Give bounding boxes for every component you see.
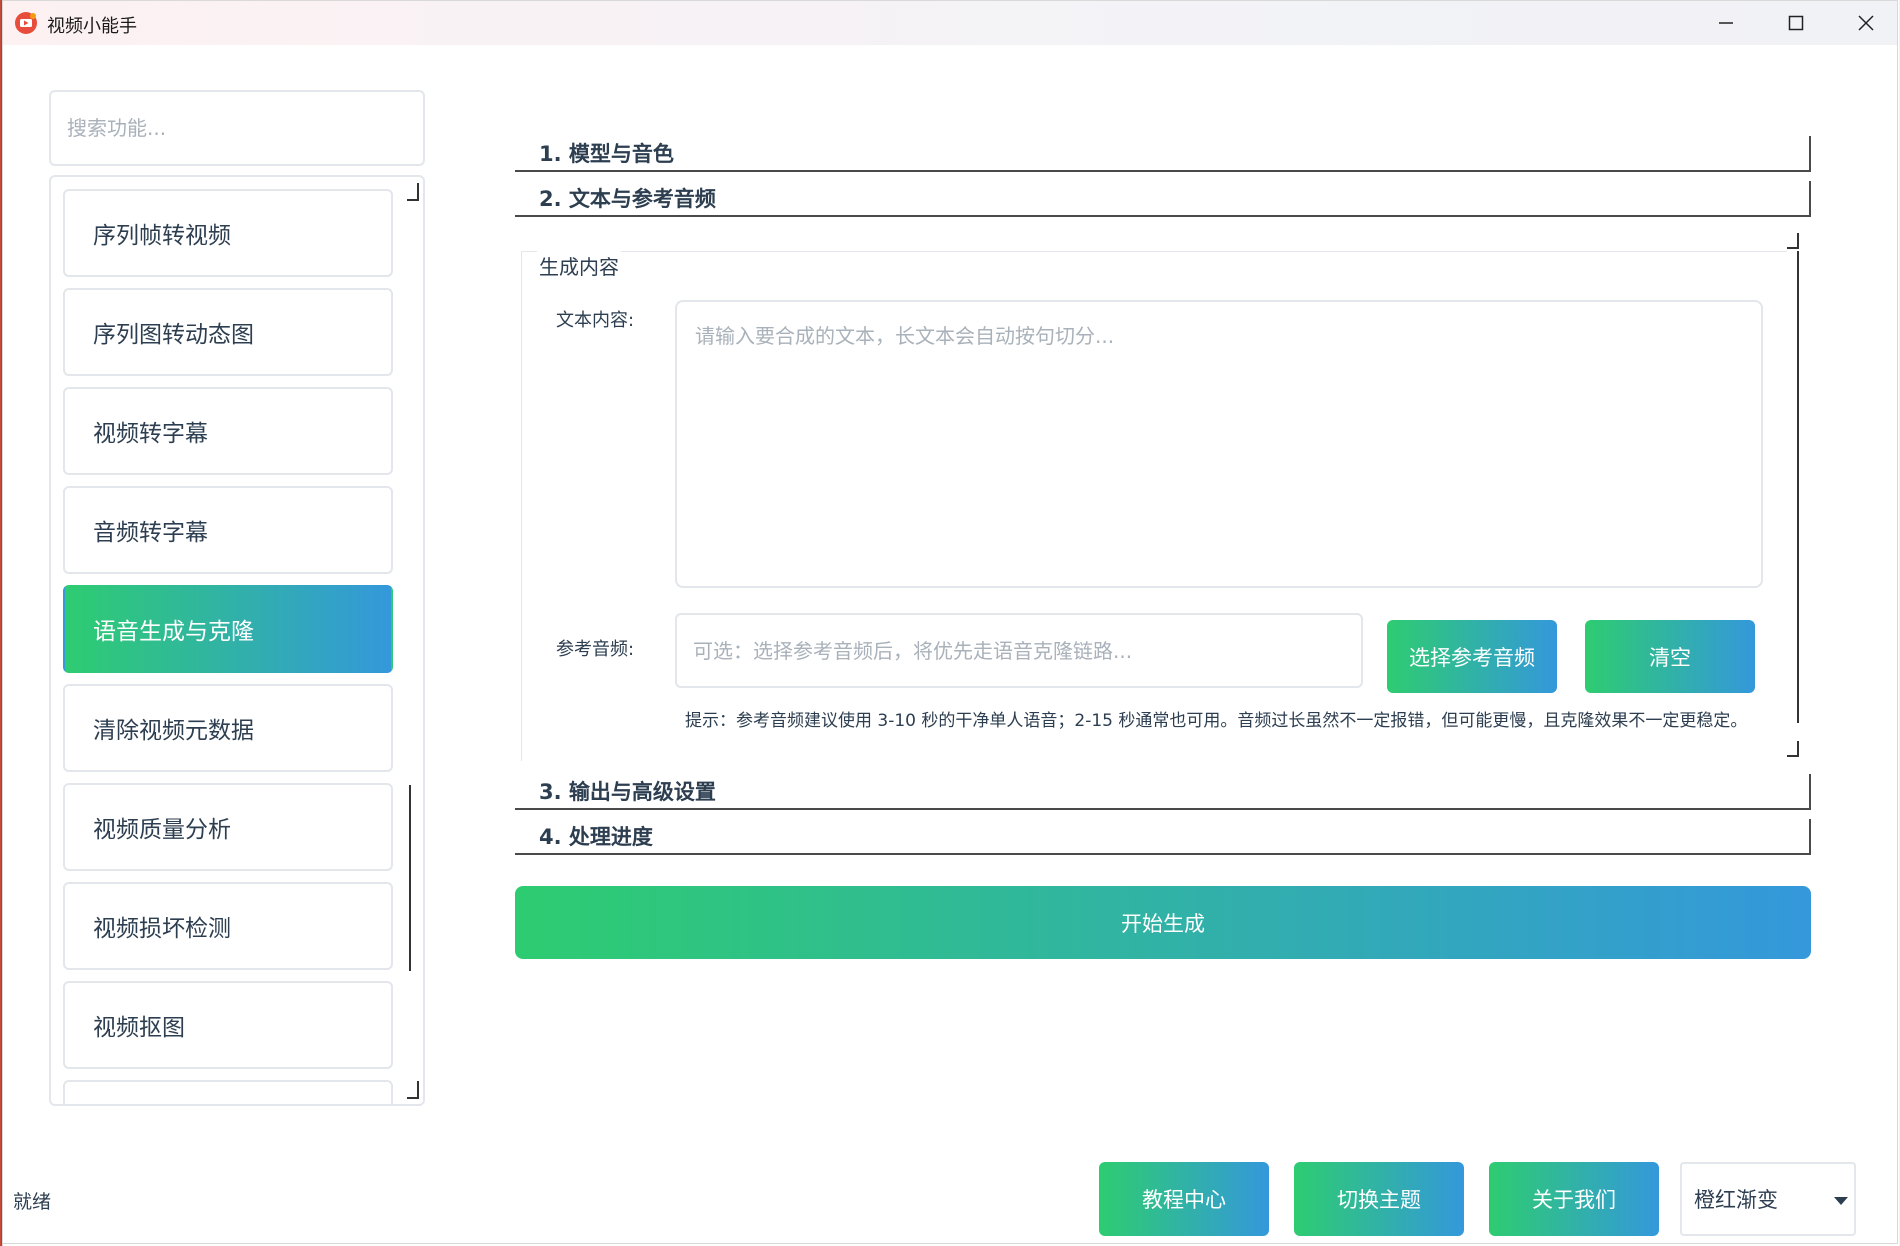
theme-select[interactable]: 橙红渐变: [1680, 1162, 1856, 1236]
sidebar-item-clear-metadata[interactable]: 清除视频元数据: [63, 684, 393, 772]
about-us-button[interactable]: 关于我们: [1489, 1162, 1659, 1236]
section-text-reference[interactable]: 2. 文本与参考音频: [515, 181, 1811, 217]
sidebar-item-label: 序列图转动态图: [93, 322, 254, 348]
maximize-icon: [1788, 15, 1804, 31]
sidebar-item-quality-analysis[interactable]: 视频质量分析: [63, 783, 393, 871]
close-button[interactable]: [1831, 1, 1900, 45]
sidebar-item-partial[interactable]: [63, 1080, 393, 1104]
group-title: 生成内容: [537, 251, 621, 280]
clear-button[interactable]: 清空: [1585, 620, 1755, 693]
sidebar-item-label: 视频质量分析: [93, 817, 231, 843]
list-scrollbar-bottom: [407, 1081, 419, 1099]
window-title: 视频小能手: [47, 16, 137, 37]
chevron-down-icon: [1834, 1197, 1848, 1205]
maximize-button[interactable]: [1761, 1, 1831, 45]
sidebar-item-audio-to-subtitle[interactable]: 音频转字幕: [63, 486, 393, 574]
section-output-advanced[interactable]: 3. 输出与高级设置: [515, 774, 1811, 810]
sidebar-item-frames-to-gif[interactable]: 序列图转动态图: [63, 288, 393, 376]
section-title: 4. 处理进度: [539, 825, 653, 849]
theme-select-value: 橙红渐变: [1694, 1188, 1778, 1212]
search-input[interactable]: [49, 90, 425, 166]
list-scrollbar-top: [407, 183, 419, 201]
sidebar-item-video-to-subtitle[interactable]: 视频转字幕: [63, 387, 393, 475]
section-title: 3. 输出与高级设置: [539, 780, 716, 804]
title-bar: 视频小能手: [3, 1, 1897, 45]
app-window: 视频小能手 序列帧转视频 序列图转动态图 视频转字幕 音频转字幕 语音生成与克隆…: [2, 0, 1898, 1244]
minimize-icon: [1719, 22, 1733, 24]
sidebar-item-label: 视频抠图: [93, 1015, 185, 1041]
sidebar-item-label: 清除视频元数据: [93, 718, 254, 744]
switch-theme-button[interactable]: 切换主题: [1294, 1162, 1464, 1236]
minimize-button[interactable]: [1691, 1, 1761, 45]
sidebar-item-label: 视频转字幕: [93, 421, 208, 447]
reference-audio-input[interactable]: [675, 613, 1363, 688]
section-scrollbar-top: [1787, 233, 1799, 249]
app-logo-icon: [15, 12, 37, 34]
reference-audio-label: 参考音频:: [556, 639, 635, 660]
hint-text: 提示：参考音频建议使用 3-10 秒的干净单人语音；2-15 秒通常也可用。音频…: [685, 711, 1748, 731]
sidebar-item-label: 视频损坏检测: [93, 916, 231, 942]
feature-list[interactable]: 序列帧转视频 序列图转动态图 视频转字幕 音频转字幕 语音生成与克隆 清除视频元…: [49, 175, 425, 1106]
close-icon: [1858, 15, 1874, 31]
section-progress[interactable]: 4. 处理进度: [515, 819, 1811, 855]
status-text: 就绪: [13, 1191, 52, 1213]
sidebar-item-damage-detection[interactable]: 视频损坏检测: [63, 882, 393, 970]
section-title: 2. 文本与参考音频: [539, 187, 716, 211]
text-content-label: 文本内容:: [556, 310, 635, 331]
section-scrollbar-bottom: [1787, 741, 1799, 757]
sidebar-item-label: 序列帧转视频: [93, 223, 231, 249]
start-generation-button[interactable]: 开始生成: [515, 886, 1811, 959]
section-scrollbar-handle[interactable]: [1797, 251, 1799, 723]
list-scrollbar-handle[interactable]: [409, 785, 411, 971]
sidebar-item-frames-to-video[interactable]: 序列帧转视频: [63, 189, 393, 277]
sidebar-item-video-matting[interactable]: 视频抠图: [63, 981, 393, 1069]
sidebar-item-label: 语音生成与克隆: [93, 619, 254, 645]
tutorial-center-button[interactable]: 教程中心: [1099, 1162, 1269, 1236]
sidebar-item-voice-generation[interactable]: 语音生成与克隆: [63, 585, 393, 673]
section-title: 1. 模型与音色: [539, 142, 674, 166]
text-content-input[interactable]: [675, 300, 1763, 588]
sidebar-item-label: 音频转字幕: [93, 520, 208, 546]
section-model-voice[interactable]: 1. 模型与音色: [515, 136, 1811, 172]
choose-reference-audio-button[interactable]: 选择参考音频: [1387, 620, 1557, 693]
